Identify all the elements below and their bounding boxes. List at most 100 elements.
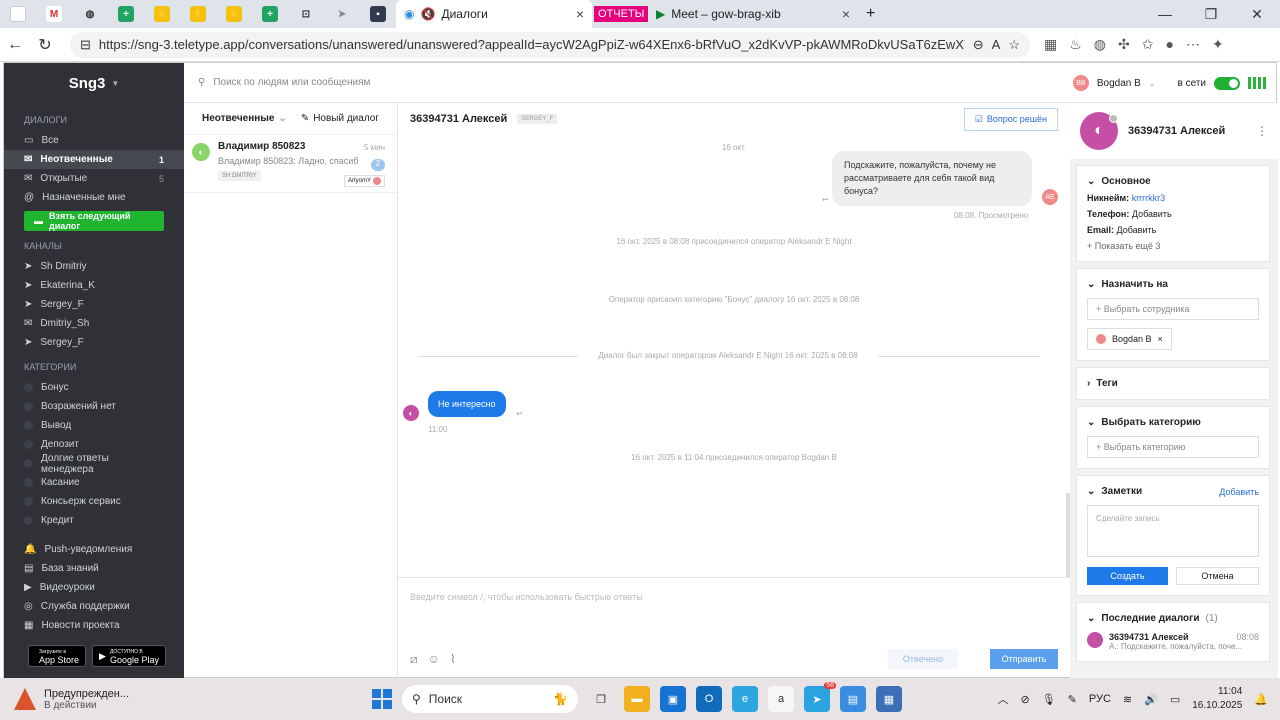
- windows-start-icon[interactable]: [372, 689, 392, 709]
- sidebar-push[interactable]: 🔔 Push-уведомления: [4, 540, 184, 559]
- tab-bot[interactable]: ⊡: [288, 0, 324, 28]
- telegram-icon[interactable]: ➤ 58: [804, 682, 836, 712]
- category-item[interactable]: Депозит: [4, 435, 184, 454]
- recent-dialog-item[interactable]: 36394731 Алексей 08:08 А.: Подскажите, по…: [1087, 632, 1259, 651]
- wifi-icon[interactable]: ≋: [1123, 693, 1132, 706]
- zoom-icon[interactable]: ⊖: [973, 37, 984, 53]
- tab-app[interactable]: ▪: [360, 0, 396, 28]
- add-phone-link[interactable]: Добавить: [1132, 209, 1172, 219]
- task-view-icon[interactable]: ❐: [588, 686, 614, 712]
- card-title[interactable]: ⌄ Назначить на: [1087, 279, 1259, 290]
- googleplay-badge[interactable]: ▶ ДОСТУПНО В Google Play: [92, 645, 166, 667]
- assign-select[interactable]: + Выбрать сотрудника: [1087, 298, 1259, 320]
- card-title[interactable]: ⌄ Основное: [1087, 176, 1259, 187]
- tab-bolt-3[interactable]: ⚡: [216, 0, 252, 28]
- card-title[interactable]: ⌄ Выбрать категорию: [1087, 417, 1259, 428]
- tab-dialogs[interactable]: ◉ 🔇 Диалоги ×: [396, 0, 592, 28]
- tab-pinned-1[interactable]: [0, 0, 36, 28]
- category-item[interactable]: Касание: [4, 473, 184, 492]
- resolve-button[interactable]: ☑ Вопрос решён: [963, 107, 1058, 131]
- tab-sheets-1[interactable]: +: [108, 0, 144, 28]
- favorite-icon[interactable]: ☆: [1008, 37, 1020, 53]
- store-icon[interactable]: ▣: [660, 686, 686, 712]
- camera-off-icon[interactable]: ⊘: [1020, 693, 1029, 706]
- close-icon[interactable]: ×: [842, 6, 850, 22]
- emoji-icon[interactable]: ☺: [428, 652, 440, 667]
- sidebar-knowledge[interactable]: ▤ База знаний: [4, 559, 184, 578]
- clock[interactable]: 11:04 16.10.2025: [1192, 685, 1242, 713]
- more-icon[interactable]: ⋯: [1186, 36, 1200, 53]
- online-toggle[interactable]: [1214, 76, 1240, 90]
- answered-button[interactable]: Отвечено: [888, 649, 958, 669]
- taskbar-search[interactable]: ⚲ Поиск 🐈: [402, 685, 578, 713]
- cancel-note-button[interactable]: Отмена: [1176, 567, 1259, 585]
- mic-icon[interactable]: 🎙: [1042, 693, 1056, 706]
- user-name[interactable]: Bogdan B: [1097, 78, 1141, 89]
- back-icon[interactable]: ←: [0, 36, 30, 54]
- tab-telegram[interactable]: ➤: [324, 0, 360, 28]
- nickname-value[interactable]: krrrrkkr3: [1132, 193, 1166, 203]
- close-icon[interactable]: ×: [576, 6, 584, 22]
- channel-item[interactable]: ➤ Sh Dmitriy: [4, 257, 184, 276]
- edge-icon[interactable]: e: [732, 686, 758, 712]
- vpn-icon[interactable]: ◍: [1094, 36, 1106, 53]
- channel-item[interactable]: ✉ Dmitriy_Sh: [4, 314, 184, 333]
- copilot-icon[interactable]: ✦: [1212, 36, 1224, 53]
- list-item[interactable]: ◐ Владимир 850823 5 мин Владимир 850823:…: [184, 135, 397, 193]
- add-note-link[interactable]: Добавить: [1219, 487, 1259, 497]
- create-note-button[interactable]: Создать: [1087, 567, 1168, 585]
- language-indicator[interactable]: РУС: [1089, 693, 1111, 705]
- fire-icon[interactable]: ♨: [1069, 36, 1082, 53]
- card-title[interactable]: ⌄ Заметки Добавить: [1087, 486, 1259, 497]
- category-select[interactable]: + Выбрать категорию: [1087, 436, 1259, 458]
- category-item[interactable]: Возражений нет: [4, 397, 184, 416]
- more-icon[interactable]: ⋮: [1256, 124, 1268, 138]
- sidebar-item-assigned[interactable]: @ Назначенные мне: [4, 188, 184, 207]
- url-field[interactable]: ⊟ https://sng-3.teletype.app/conversatio…: [70, 31, 1030, 58]
- attach-icon[interactable]: ⌇: [450, 652, 456, 667]
- tab-bolt-1[interactable]: ⚡: [144, 0, 180, 28]
- appstore-badge[interactable]: Загрузите в App Store: [28, 645, 87, 667]
- tab-globe[interactable]: ◍: [72, 0, 108, 28]
- remove-icon[interactable]: ×: [1158, 334, 1163, 344]
- sidebar-item-all[interactable]: ▭ Все: [4, 131, 184, 150]
- category-item[interactable]: Консьерж сервис: [4, 492, 184, 511]
- battery-icon[interactable]: ▭: [1170, 693, 1180, 706]
- note-textarea[interactable]: Сделайте запись: [1087, 505, 1259, 557]
- notifications-icon[interactable]: 🔔: [1254, 693, 1268, 706]
- workspace-switcher[interactable]: Sng3 ▼: [4, 63, 184, 103]
- category-item[interactable]: Кредит: [4, 511, 184, 530]
- send-button[interactable]: Отправить: [990, 649, 1058, 669]
- category-item[interactable]: Вывод: [4, 416, 184, 435]
- reload-icon[interactable]: ↻: [30, 35, 60, 55]
- extension-icon[interactable]: ▦: [1044, 36, 1057, 53]
- tab-gmail[interactable]: M: [36, 0, 72, 28]
- category-item[interactable]: Долгие ответы менеджера: [4, 453, 184, 475]
- channel-item[interactable]: ➤ Sergey_F: [4, 295, 184, 314]
- notepad-icon[interactable]: ▤: [840, 686, 866, 712]
- tab-reports[interactable]: ОТЧЕТЫ: [592, 0, 649, 28]
- chevron-up-icon[interactable]: ︿: [997, 691, 1008, 707]
- sidebar-videos[interactable]: ▶ Видеоуроки: [4, 578, 184, 597]
- channel-item[interactable]: ➤ Sergey_F: [4, 333, 184, 352]
- close-window-icon[interactable]: ✕: [1234, 6, 1280, 23]
- outlook-icon[interactable]: O: [696, 686, 722, 712]
- restore-icon[interactable]: ❐: [1188, 6, 1234, 23]
- explorer-icon[interactable]: ▬: [624, 686, 650, 712]
- channel-item[interactable]: ➤ Ekaterina_K: [4, 276, 184, 295]
- card-title[interactable]: ⌄ Последние диалоги (1): [1087, 613, 1259, 624]
- composer-input[interactable]: Введите символ /, чтобы использовать быс…: [410, 592, 643, 602]
- tab-bolt-2[interactable]: ⚡: [180, 0, 216, 28]
- show-more-link[interactable]: + Показать ещё 3: [1087, 241, 1259, 251]
- filter-dropdown[interactable]: Неотвеченные ⌄: [202, 113, 287, 124]
- new-dialog-button[interactable]: ✎ Новый диалог: [301, 113, 379, 124]
- slash-icon[interactable]: ⧄: [410, 652, 418, 667]
- sidebar-support[interactable]: ◎ Служба поддержки: [4, 597, 184, 616]
- volume-icon[interactable]: 🔊: [1144, 693, 1158, 706]
- next-dialog-button[interactable]: ▬ Взять следующий диалог: [24, 211, 164, 231]
- tab-meet[interactable]: ▶ Meet – gow-brag-xib ×: [648, 0, 858, 28]
- favorites-icon[interactable]: ✩: [1142, 36, 1154, 53]
- global-search[interactable]: ⚲ Поиск по людям или сообщениям: [198, 77, 370, 88]
- sidebar-item-open[interactable]: ✉ Открытые 5: [4, 169, 184, 188]
- read-aloud-icon[interactable]: A: [992, 37, 1001, 52]
